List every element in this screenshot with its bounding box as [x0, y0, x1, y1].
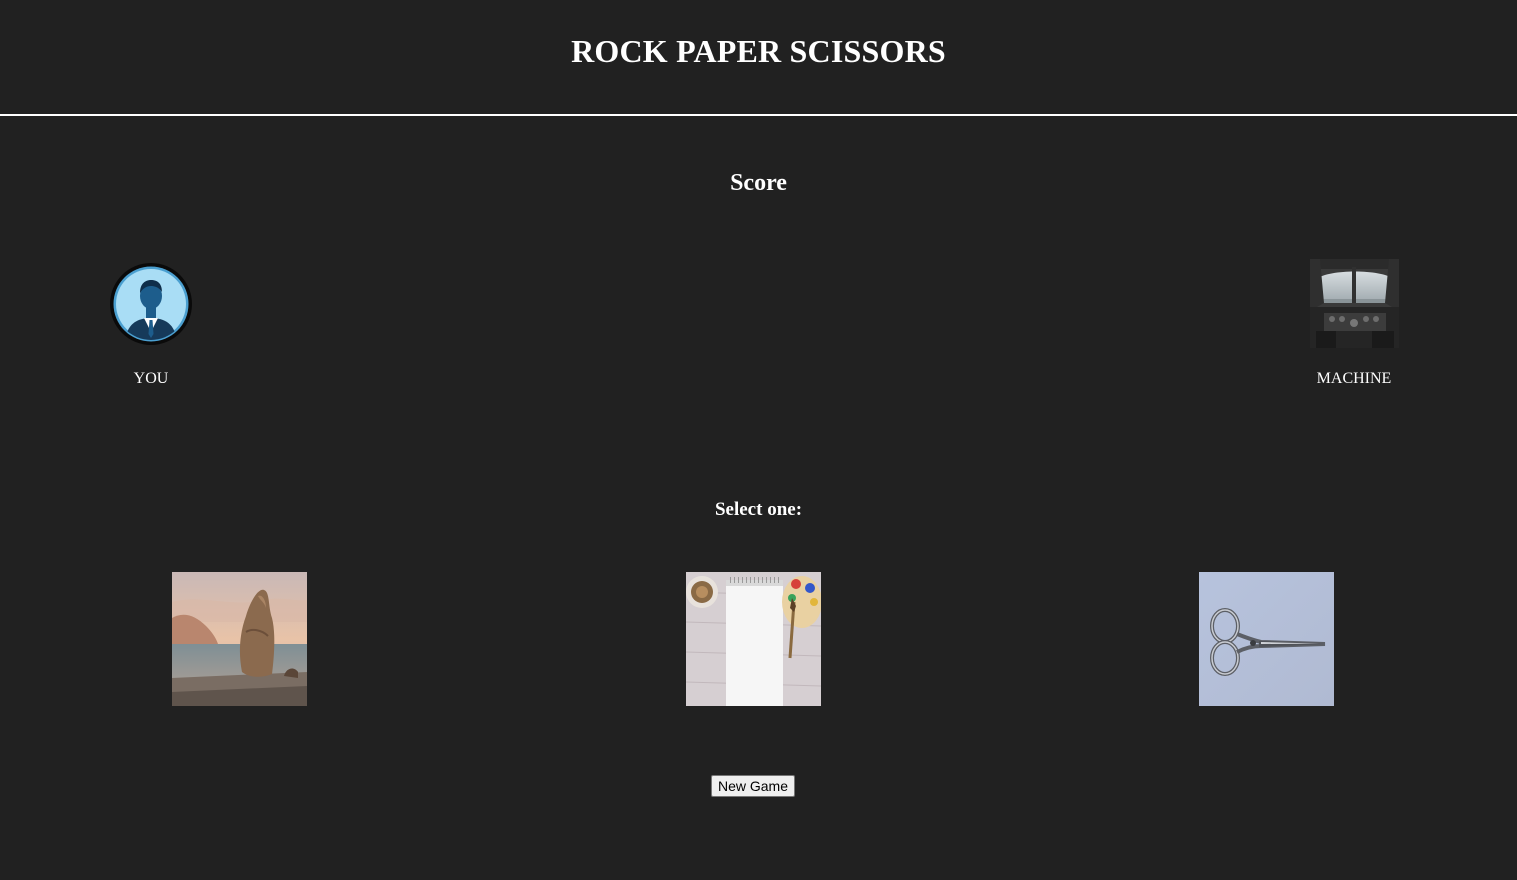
paper-choice-button[interactable] — [686, 572, 821, 706]
scissors-image — [1199, 572, 1334, 706]
paper-image — [686, 572, 821, 706]
player-label: YOU — [133, 370, 169, 387]
rock-image — [172, 572, 307, 706]
rock-choice-button[interactable] — [172, 572, 307, 706]
new-game-button[interactable]: New Game — [711, 775, 795, 797]
machine-label: MACHINE — [1316, 370, 1392, 387]
person-avatar-icon — [109, 262, 193, 346]
score-heading: Score — [730, 170, 787, 196]
airplane-cockpit-image — [1310, 259, 1399, 348]
page: ROCK PAPER SCISSORS Score YOU MACHINE Se… — [0, 0, 1517, 880]
scissors-choice-button[interactable] — [1199, 572, 1334, 706]
page-title: ROCK PAPER SCISSORS — [571, 33, 946, 69]
select-heading: Select one: — [714, 499, 803, 520]
header: ROCK PAPER SCISSORS — [0, 0, 1517, 116]
